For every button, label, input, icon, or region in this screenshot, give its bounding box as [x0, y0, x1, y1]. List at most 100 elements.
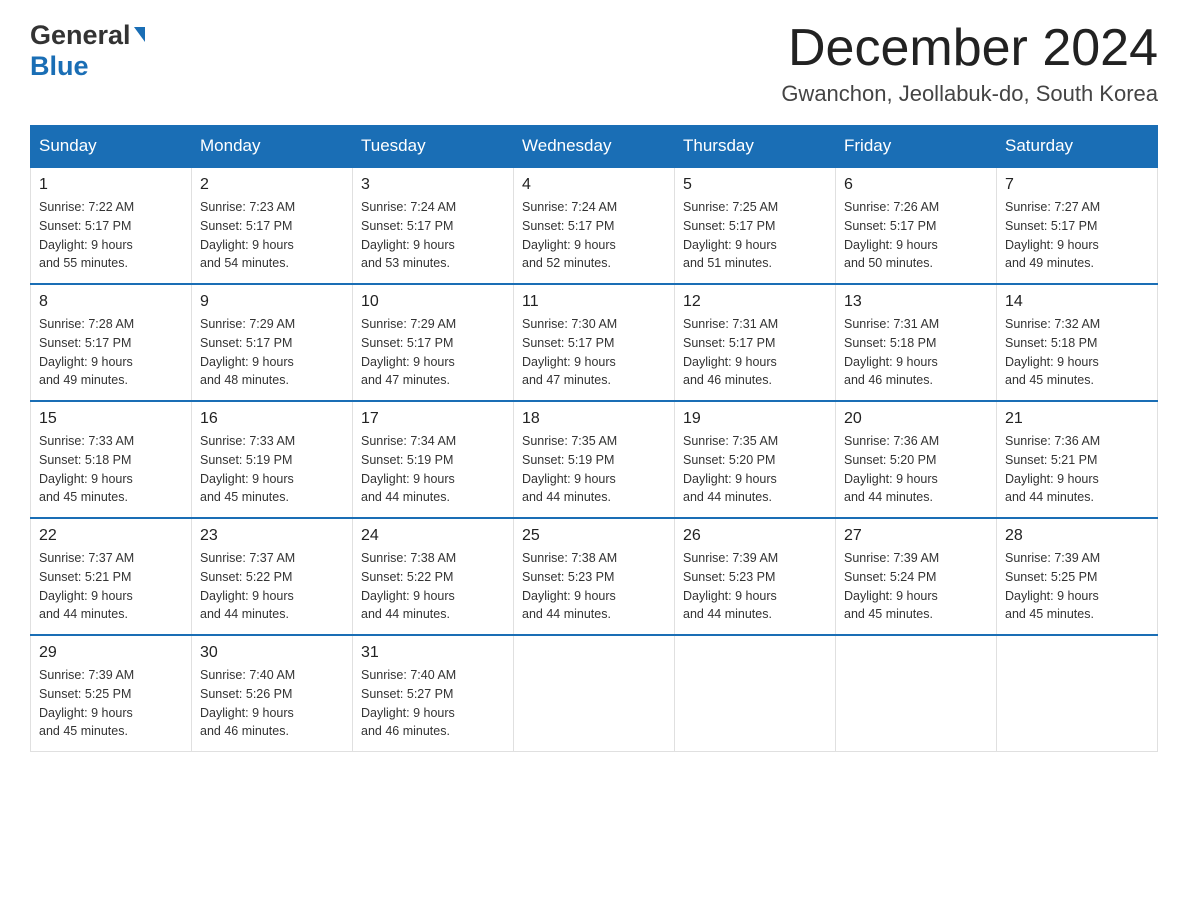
day-info: Sunrise: 7:39 AMSunset: 5:24 PMDaylight:…	[844, 551, 939, 621]
day-info: Sunrise: 7:35 AMSunset: 5:20 PMDaylight:…	[683, 434, 778, 504]
day-number: 2	[200, 176, 344, 194]
calendar-cell: 14 Sunrise: 7:32 AMSunset: 5:18 PMDaylig…	[997, 284, 1158, 401]
day-info: Sunrise: 7:33 AMSunset: 5:18 PMDaylight:…	[39, 434, 134, 504]
calendar-cell: 26 Sunrise: 7:39 AMSunset: 5:23 PMDaylig…	[675, 518, 836, 635]
day-number: 11	[522, 293, 666, 311]
day-info: Sunrise: 7:29 AMSunset: 5:17 PMDaylight:…	[361, 317, 456, 387]
day-number: 28	[1005, 527, 1149, 545]
day-info: Sunrise: 7:39 AMSunset: 5:25 PMDaylight:…	[1005, 551, 1100, 621]
day-number: 8	[39, 293, 183, 311]
calendar-cell: 5 Sunrise: 7:25 AMSunset: 5:17 PMDayligh…	[675, 167, 836, 284]
calendar-cell: 22 Sunrise: 7:37 AMSunset: 5:21 PMDaylig…	[31, 518, 192, 635]
day-number: 22	[39, 527, 183, 545]
calendar-cell: 13 Sunrise: 7:31 AMSunset: 5:18 PMDaylig…	[836, 284, 997, 401]
calendar-cell: 2 Sunrise: 7:23 AMSunset: 5:17 PMDayligh…	[192, 167, 353, 284]
day-info: Sunrise: 7:39 AMSunset: 5:25 PMDaylight:…	[39, 668, 134, 738]
day-info: Sunrise: 7:36 AMSunset: 5:21 PMDaylight:…	[1005, 434, 1100, 504]
day-number: 20	[844, 410, 988, 428]
day-info: Sunrise: 7:26 AMSunset: 5:17 PMDaylight:…	[844, 200, 939, 270]
day-info: Sunrise: 7:36 AMSunset: 5:20 PMDaylight:…	[844, 434, 939, 504]
day-number: 5	[683, 176, 827, 194]
calendar-header-friday: Friday	[836, 126, 997, 168]
day-info: Sunrise: 7:27 AMSunset: 5:17 PMDaylight:…	[1005, 200, 1100, 270]
calendar-cell: 20 Sunrise: 7:36 AMSunset: 5:20 PMDaylig…	[836, 401, 997, 518]
title-block: December 2024 Gwanchon, Jeollabuk-do, So…	[781, 20, 1158, 107]
calendar-header-thursday: Thursday	[675, 126, 836, 168]
page-location: Gwanchon, Jeollabuk-do, South Korea	[781, 81, 1158, 107]
calendar-header-wednesday: Wednesday	[514, 126, 675, 168]
day-number: 24	[361, 527, 505, 545]
calendar-header-row: SundayMondayTuesdayWednesdayThursdayFrid…	[31, 126, 1158, 168]
logo-general-text: General	[30, 20, 131, 51]
day-number: 1	[39, 176, 183, 194]
calendar-cell: 16 Sunrise: 7:33 AMSunset: 5:19 PMDaylig…	[192, 401, 353, 518]
calendar-cell: 24 Sunrise: 7:38 AMSunset: 5:22 PMDaylig…	[353, 518, 514, 635]
calendar-week-row: 8 Sunrise: 7:28 AMSunset: 5:17 PMDayligh…	[31, 284, 1158, 401]
calendar-cell: 27 Sunrise: 7:39 AMSunset: 5:24 PMDaylig…	[836, 518, 997, 635]
day-info: Sunrise: 7:23 AMSunset: 5:17 PMDaylight:…	[200, 200, 295, 270]
day-number: 10	[361, 293, 505, 311]
day-info: Sunrise: 7:34 AMSunset: 5:19 PMDaylight:…	[361, 434, 456, 504]
calendar-cell: 19 Sunrise: 7:35 AMSunset: 5:20 PMDaylig…	[675, 401, 836, 518]
calendar-cell	[675, 635, 836, 752]
day-number: 23	[200, 527, 344, 545]
day-number: 9	[200, 293, 344, 311]
calendar-header-saturday: Saturday	[997, 126, 1158, 168]
page-title: December 2024	[781, 20, 1158, 77]
calendar-cell: 7 Sunrise: 7:27 AMSunset: 5:17 PMDayligh…	[997, 167, 1158, 284]
calendar-cell: 12 Sunrise: 7:31 AMSunset: 5:17 PMDaylig…	[675, 284, 836, 401]
day-number: 15	[39, 410, 183, 428]
page-header: General Blue December 2024 Gwanchon, Jeo…	[30, 20, 1158, 107]
day-info: Sunrise: 7:40 AMSunset: 5:27 PMDaylight:…	[361, 668, 456, 738]
calendar-cell: 30 Sunrise: 7:40 AMSunset: 5:26 PMDaylig…	[192, 635, 353, 752]
calendar-week-row: 29 Sunrise: 7:39 AMSunset: 5:25 PMDaylig…	[31, 635, 1158, 752]
day-number: 27	[844, 527, 988, 545]
day-number: 29	[39, 644, 183, 662]
day-info: Sunrise: 7:30 AMSunset: 5:17 PMDaylight:…	[522, 317, 617, 387]
day-number: 31	[361, 644, 505, 662]
day-info: Sunrise: 7:38 AMSunset: 5:22 PMDaylight:…	[361, 551, 456, 621]
logo-triangle-icon	[134, 27, 145, 42]
calendar-cell: 9 Sunrise: 7:29 AMSunset: 5:17 PMDayligh…	[192, 284, 353, 401]
day-number: 13	[844, 293, 988, 311]
day-info: Sunrise: 7:29 AMSunset: 5:17 PMDaylight:…	[200, 317, 295, 387]
calendar-cell: 28 Sunrise: 7:39 AMSunset: 5:25 PMDaylig…	[997, 518, 1158, 635]
day-number: 14	[1005, 293, 1149, 311]
day-number: 3	[361, 176, 505, 194]
calendar-week-row: 1 Sunrise: 7:22 AMSunset: 5:17 PMDayligh…	[31, 167, 1158, 284]
day-info: Sunrise: 7:33 AMSunset: 5:19 PMDaylight:…	[200, 434, 295, 504]
calendar-cell: 4 Sunrise: 7:24 AMSunset: 5:17 PMDayligh…	[514, 167, 675, 284]
day-info: Sunrise: 7:24 AMSunset: 5:17 PMDaylight:…	[522, 200, 617, 270]
day-info: Sunrise: 7:24 AMSunset: 5:17 PMDaylight:…	[361, 200, 456, 270]
calendar-cell: 25 Sunrise: 7:38 AMSunset: 5:23 PMDaylig…	[514, 518, 675, 635]
calendar-cell: 1 Sunrise: 7:22 AMSunset: 5:17 PMDayligh…	[31, 167, 192, 284]
calendar-cell: 15 Sunrise: 7:33 AMSunset: 5:18 PMDaylig…	[31, 401, 192, 518]
day-number: 7	[1005, 176, 1149, 194]
day-number: 25	[522, 527, 666, 545]
calendar-cell	[997, 635, 1158, 752]
day-info: Sunrise: 7:40 AMSunset: 5:26 PMDaylight:…	[200, 668, 295, 738]
calendar-week-row: 22 Sunrise: 7:37 AMSunset: 5:21 PMDaylig…	[31, 518, 1158, 635]
calendar-cell	[514, 635, 675, 752]
calendar-cell: 3 Sunrise: 7:24 AMSunset: 5:17 PMDayligh…	[353, 167, 514, 284]
calendar-cell: 18 Sunrise: 7:35 AMSunset: 5:19 PMDaylig…	[514, 401, 675, 518]
calendar-cell	[836, 635, 997, 752]
day-info: Sunrise: 7:32 AMSunset: 5:18 PMDaylight:…	[1005, 317, 1100, 387]
logo: General Blue	[30, 20, 145, 82]
calendar-cell: 29 Sunrise: 7:39 AMSunset: 5:25 PMDaylig…	[31, 635, 192, 752]
day-info: Sunrise: 7:31 AMSunset: 5:18 PMDaylight:…	[844, 317, 939, 387]
calendar-cell: 31 Sunrise: 7:40 AMSunset: 5:27 PMDaylig…	[353, 635, 514, 752]
day-number: 26	[683, 527, 827, 545]
day-info: Sunrise: 7:25 AMSunset: 5:17 PMDaylight:…	[683, 200, 778, 270]
day-info: Sunrise: 7:22 AMSunset: 5:17 PMDaylight:…	[39, 200, 134, 270]
day-number: 21	[1005, 410, 1149, 428]
day-info: Sunrise: 7:39 AMSunset: 5:23 PMDaylight:…	[683, 551, 778, 621]
calendar-cell: 21 Sunrise: 7:36 AMSunset: 5:21 PMDaylig…	[997, 401, 1158, 518]
calendar-header-tuesday: Tuesday	[353, 126, 514, 168]
day-number: 30	[200, 644, 344, 662]
day-number: 6	[844, 176, 988, 194]
day-info: Sunrise: 7:38 AMSunset: 5:23 PMDaylight:…	[522, 551, 617, 621]
calendar-cell: 10 Sunrise: 7:29 AMSunset: 5:17 PMDaylig…	[353, 284, 514, 401]
day-number: 4	[522, 176, 666, 194]
calendar-cell: 6 Sunrise: 7:26 AMSunset: 5:17 PMDayligh…	[836, 167, 997, 284]
